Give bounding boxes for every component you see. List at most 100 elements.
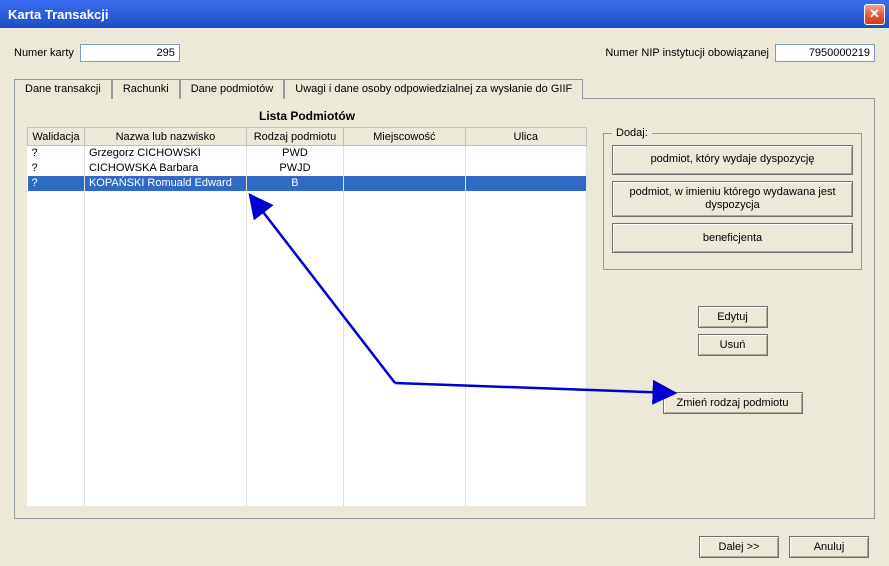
input-numer-karty[interactable] — [80, 44, 180, 62]
table-cell — [344, 236, 465, 251]
table-cell — [344, 146, 465, 161]
th-miejscowosc[interactable]: Miejscowość — [344, 128, 465, 146]
table-cell — [84, 506, 246, 507]
table-cell — [84, 236, 246, 251]
table-cell — [465, 161, 587, 176]
dodaj-group: Dodaj: podmiot, który wydaje dyspozycję … — [603, 127, 862, 270]
table-cell: KOPAŃSKI Romuald Edward — [84, 176, 246, 191]
table-cell — [465, 326, 587, 341]
table-row[interactable] — [28, 506, 587, 507]
table-cell — [344, 191, 465, 206]
tab-rachunki[interactable]: Rachunki — [112, 79, 180, 99]
table-row[interactable]: ?KOPAŃSKI Romuald EdwardB — [28, 176, 587, 191]
table-cell — [344, 176, 465, 191]
th-ulica[interactable]: Ulica — [465, 128, 587, 146]
table-row[interactable] — [28, 461, 587, 476]
table-row[interactable] — [28, 401, 587, 416]
table-cell — [344, 506, 465, 507]
btn-podmiot-wydaje[interactable]: podmiot, który wydaje dyspozycję — [612, 145, 853, 175]
side-panel: Dodaj: podmiot, który wydaje dyspozycję … — [603, 127, 862, 506]
table-cell — [246, 446, 343, 461]
table-cell — [28, 206, 85, 221]
table-row[interactable] — [28, 326, 587, 341]
table-row[interactable] — [28, 296, 587, 311]
table-cell — [465, 281, 587, 296]
table-cell — [344, 161, 465, 176]
table-cell — [28, 431, 85, 446]
table-row[interactable] — [28, 371, 587, 386]
table-cell — [28, 371, 85, 386]
th-walidacja[interactable]: Walidacja — [28, 128, 85, 146]
table-cell — [246, 371, 343, 386]
btn-anuluj[interactable]: Anuluj — [789, 536, 869, 558]
btn-edytuj[interactable]: Edytuj — [698, 306, 768, 328]
btn-podmiot-imieniu[interactable]: podmiot, w imieniu którego wydawana jest… — [612, 181, 853, 217]
table-row[interactable] — [28, 311, 587, 326]
table-cell: PWD — [246, 146, 343, 161]
table-cell — [84, 296, 246, 311]
table-row[interactable] — [28, 431, 587, 446]
label-numer-karty: Numer karty — [14, 47, 74, 59]
table-row[interactable] — [28, 476, 587, 491]
table-row[interactable] — [28, 266, 587, 281]
close-icon[interactable]: ✕ — [864, 4, 885, 25]
entities-table[interactable]: Walidacja Nazwa lub nazwisko Rodzaj podm… — [27, 127, 587, 506]
table-cell — [465, 446, 587, 461]
table-cell — [344, 221, 465, 236]
table-row[interactable] — [28, 416, 587, 431]
table-row[interactable]: ?CICHOWSKA BarbaraPWJD — [28, 161, 587, 176]
table-row[interactable] — [28, 191, 587, 206]
btn-beneficjenta[interactable]: beneficjenta — [612, 223, 853, 253]
th-nazwa[interactable]: Nazwa lub nazwisko — [84, 128, 246, 146]
table-cell — [28, 461, 85, 476]
tab-dane-podmiotow[interactable]: Dane podmiotów — [180, 79, 285, 99]
table-cell — [84, 311, 246, 326]
table-cell — [465, 266, 587, 281]
table-row[interactable] — [28, 491, 587, 506]
btn-dalej[interactable]: Dalej >> — [699, 536, 779, 558]
table-cell — [246, 296, 343, 311]
table-cell — [28, 386, 85, 401]
table-cell — [465, 401, 587, 416]
table-cell — [28, 326, 85, 341]
table-row[interactable] — [28, 236, 587, 251]
table-cell — [344, 251, 465, 266]
window-body: Numer karty Numer NIP instytucji obowiąz… — [0, 28, 889, 566]
table-cell — [28, 491, 85, 506]
table-cell — [465, 206, 587, 221]
table-row[interactable] — [28, 356, 587, 371]
table-cell — [28, 221, 85, 236]
table-cell — [246, 506, 343, 507]
table-cell — [84, 461, 246, 476]
btn-zmien-rodzaj[interactable]: Zmień rodzaj podmiotu — [663, 392, 803, 414]
table-cell — [246, 416, 343, 431]
table-cell — [344, 356, 465, 371]
table-cell — [344, 371, 465, 386]
table-cell: CICHOWSKA Barbara — [84, 161, 246, 176]
table-row[interactable] — [28, 251, 587, 266]
table-cell — [465, 491, 587, 506]
table-row[interactable] — [28, 206, 587, 221]
input-nip[interactable] — [775, 44, 875, 62]
table-row[interactable]: ?Grzegorz CICHOWSKIPWD — [28, 146, 587, 161]
table-cell — [465, 431, 587, 446]
table-cell — [246, 401, 343, 416]
table-cell — [465, 476, 587, 491]
th-rodzaj[interactable]: Rodzaj podmiotu — [246, 128, 343, 146]
table-cell — [246, 206, 343, 221]
table-row[interactable] — [28, 221, 587, 236]
table-cell — [28, 401, 85, 416]
btn-usun[interactable]: Usuń — [698, 334, 768, 356]
table-cell — [84, 431, 246, 446]
table-row[interactable] — [28, 341, 587, 356]
table-cell — [344, 431, 465, 446]
tab-dane-transakcji[interactable]: Dane transakcji — [14, 79, 112, 99]
tab-uwagi[interactable]: Uwagi i dane osoby odpowiedzialnej za wy… — [284, 79, 583, 99]
table-cell — [84, 266, 246, 281]
table-cell — [84, 476, 246, 491]
table-row[interactable] — [28, 386, 587, 401]
table-cell — [246, 266, 343, 281]
table-row[interactable] — [28, 446, 587, 461]
table-cell — [344, 266, 465, 281]
table-row[interactable] — [28, 281, 587, 296]
